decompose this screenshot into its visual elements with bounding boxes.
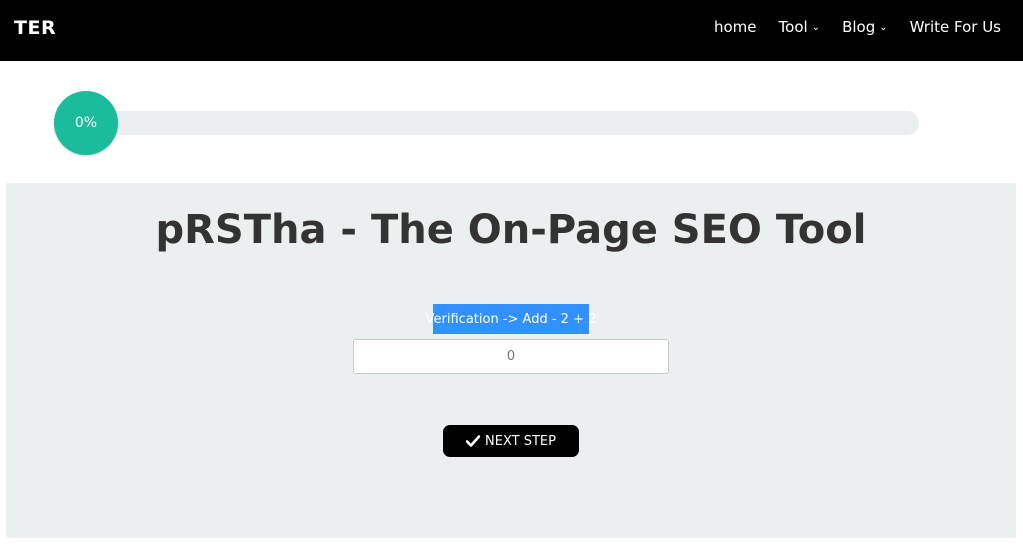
nav-home[interactable]: home	[714, 18, 757, 36]
nav-home-label: home	[714, 18, 757, 36]
chevron-down-icon: ⌄	[811, 21, 821, 33]
nav-blog[interactable]: Blog ⌄	[842, 18, 888, 36]
nav-write-for-us-label: Write For Us	[909, 18, 1001, 36]
progress-track	[54, 111, 919, 135]
page-title: pRSTha - The On-Page SEO Tool	[155, 207, 867, 253]
nav-write-for-us[interactable]: Write For Us	[910, 18, 1001, 36]
tool-panel: pRSTha - The On-Page SEO Tool Verificati…	[6, 183, 1016, 538]
site-logo[interactable]: TER	[14, 17, 56, 39]
chevron-down-icon: ⌄	[879, 21, 888, 33]
next-step-button[interactable]: NEXT STEP	[443, 425, 579, 457]
nav-tool[interactable]: Tool ⌄	[779, 18, 821, 36]
progress-percent: 0%	[74, 115, 98, 131]
nav-blog-label: Blog	[842, 18, 876, 36]
verification-label: Verification -> Add - 2 + 2	[426, 304, 596, 334]
progress-indicator: 0%	[54, 91, 118, 155]
top-navbar: TER home Tool ⌄ Blog ⌄ Write For Us	[0, 0, 1023, 61]
check-icon	[466, 435, 481, 447]
nav-tool-label: Tool	[778, 18, 808, 36]
main-nav: home Tool ⌄ Blog ⌄ Write For Us	[714, 18, 1001, 36]
verification-input[interactable]	[353, 339, 669, 374]
next-step-label: NEXT STEP	[485, 433, 556, 449]
progress-bar: 0%	[54, 91, 920, 155]
